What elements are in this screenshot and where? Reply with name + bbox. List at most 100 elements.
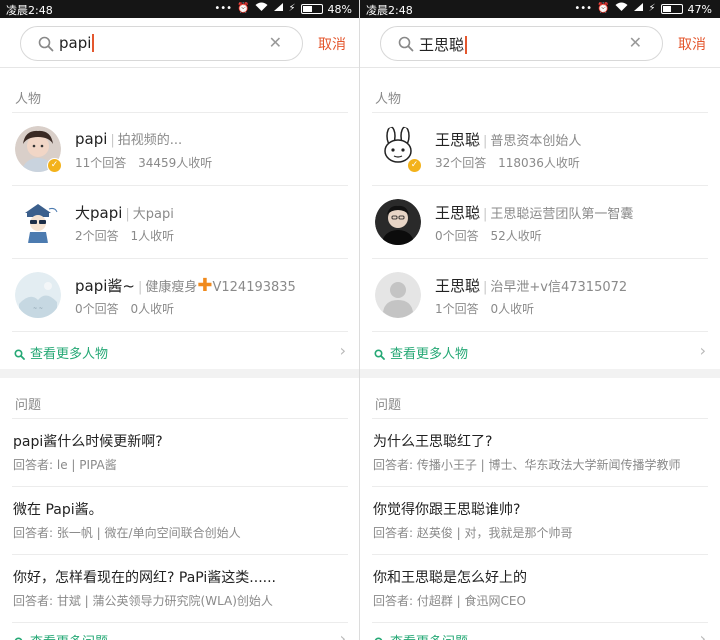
text-cursor <box>92 34 95 52</box>
battery-icon <box>300 4 323 14</box>
follower-count: 1人收听 <box>130 229 175 243</box>
wifi-icon <box>615 2 628 16</box>
question-row[interactable]: papi酱什么时候更新啊? 回答者: le | PIPA酱 <box>0 419 360 486</box>
person-description-suffix: V124193835 <box>212 280 296 295</box>
question-title: papi酱什么时候更新啊? <box>13 434 163 450</box>
answer-count: 1个回答 <box>435 302 479 316</box>
question-row[interactable]: 你好，怎样看现在的网红? PaPi酱这类...... 回答者: 甘斌 | 蒲公英… <box>0 555 360 622</box>
clear-icon[interactable]: ✕ <box>629 33 642 52</box>
person-name: 王思聪 <box>435 131 481 149</box>
more-questions-link[interactable]: 查看更多问题 › <box>372 620 708 640</box>
more-questions-link[interactable]: 查看更多问题 › <box>12 620 348 640</box>
answer-count: 0个回答 <box>75 302 119 316</box>
question-row[interactable]: 你觉得你跟王思聪谁帅? 回答者: 赵英俊 | 对，我就是那个帅哥 <box>360 487 720 554</box>
person-description: 健康瘦身 <box>145 280 198 295</box>
person-stats: 2个回答 1人收听 <box>75 227 182 244</box>
people-section-label: 人物 <box>15 92 42 107</box>
follower-count: 0人收听 <box>130 302 175 316</box>
right-screen: 凌晨2:48 ••• ⏰ ⚡ 47% 王思聪 ✕ 取消 人物 ✓ 王思聪 | 普… <box>360 0 720 640</box>
search-icon <box>14 345 25 360</box>
people-section-label: 人物 <box>375 92 402 107</box>
more-people-link[interactable]: 查看更多人物 › <box>372 332 708 370</box>
clear-icon[interactable]: ✕ <box>269 33 282 52</box>
questions-section-label: 问题 <box>15 398 42 413</box>
status-icons: ••• ⏰ ⚡ 48% <box>214 2 352 16</box>
person-name: 王思聪 <box>435 277 481 295</box>
answer-count: 2个回答 <box>75 229 119 243</box>
search-input[interactable]: 王思聪 ✕ <box>380 26 663 61</box>
charging-icon: ⚡ <box>288 3 296 14</box>
battery-percent: 47% <box>687 2 712 16</box>
chevron-right-icon: › <box>699 629 706 640</box>
avatar[interactable]: ~ ~ <box>15 272 61 318</box>
more-questions-label: 查看更多问题 <box>30 631 108 640</box>
search-query-text[interactable]: papi <box>59 34 95 52</box>
search-icon <box>374 345 385 360</box>
search-query-value: papi <box>59 34 92 52</box>
more-people-label: 查看更多人物 <box>390 347 469 362</box>
more-people-link[interactable]: 查看更多人物 › <box>12 332 348 370</box>
person-stats: 0个回答 52人收听 <box>435 227 550 244</box>
person-row[interactable]: ✓ papi | 拍视频的... 11个回答 34459人收听 <box>0 113 360 186</box>
battery-percent: 48% <box>327 2 352 16</box>
separator: | <box>110 133 115 148</box>
person-title-line: 王思聪 | 王思聪运营团队第一智囊 <box>435 202 633 223</box>
battery-icon <box>660 4 683 14</box>
question-answerer: 回答者: 付超群 | 食迅网CEO <box>373 594 526 608</box>
follower-count: 34459人收听 <box>138 156 213 170</box>
plus-icon: ✚ <box>197 275 213 296</box>
more-dots-icon: ••• <box>214 3 233 14</box>
separator: | <box>483 134 488 149</box>
answer-count: 11个回答 <box>75 156 127 170</box>
question-answerer: 回答者: 赵英俊 | 对，我就是那个帅哥 <box>373 526 573 540</box>
question-row[interactable]: 你和王思聪是怎么好上的 回答者: 付超群 | 食迅网CEO <box>360 555 720 622</box>
person-description: 治早泄+v信47315072 <box>490 280 628 295</box>
search-icon <box>37 35 55 53</box>
cancel-button[interactable]: 取消 <box>318 34 346 54</box>
question-row[interactable]: 为什么王思聪红了? 回答者: 传播小王子 | 博士、华东政法大学新闻传播学教师 <box>360 419 720 486</box>
status-time: 凌晨2:48 <box>366 4 413 17</box>
person-stats: 1个回答 0人收听 <box>435 300 542 317</box>
separator: | <box>125 207 130 222</box>
separator: | <box>483 280 488 295</box>
person-stats: 32个回答 118036人收听 <box>435 154 588 171</box>
verified-badge-icon: ✓ <box>407 158 422 173</box>
person-title-line: 大papi | 大papi <box>75 202 174 223</box>
person-title-line: 王思聪 | 治早泄+v信47315072 <box>435 275 627 296</box>
follower-count: 0人收听 <box>490 302 535 316</box>
avatar[interactable] <box>375 199 421 245</box>
signal-icon <box>633 2 644 16</box>
person-stats: 11个回答 34459人收听 <box>75 154 220 171</box>
search-icon <box>397 35 415 53</box>
chevron-right-icon: › <box>699 341 706 360</box>
search-query-text[interactable]: 王思聪 <box>419 34 468 55</box>
person-row[interactable]: 王思聪 | 治早泄+v信47315072 1个回答 0人收听 <box>360 259 720 332</box>
answer-count: 0个回答 <box>435 229 479 243</box>
search-bar: 王思聪 ✕ 取消 <box>360 18 720 68</box>
avatar[interactable] <box>375 272 421 318</box>
search-input[interactable]: papi ✕ <box>20 26 303 61</box>
person-title-line: 王思聪 | 普思资本创始人 <box>435 129 581 150</box>
section-gap <box>360 369 720 378</box>
search-bar: papi ✕ 取消 <box>0 18 360 68</box>
more-dots-icon: ••• <box>574 3 593 14</box>
status-bar: 凌晨2:48 ••• ⏰ ⚡ 48% <box>0 0 360 18</box>
question-row[interactable]: 微在 Papi酱。 回答者: 张一帆 | 微在/单向空间联合创始人 <box>0 487 360 554</box>
person-row[interactable]: 大papi | 大papi 2个回答 1人收听 <box>0 186 360 259</box>
cancel-button[interactable]: 取消 <box>678 34 706 54</box>
status-bar: 凌晨2:48 ••• ⏰ ⚡ 47% <box>360 0 720 18</box>
questions-section-label: 问题 <box>375 398 402 413</box>
avatar[interactable] <box>15 199 61 245</box>
question-answerer: 回答者: 传播小王子 | 博士、华东政法大学新闻传播学教师 <box>373 458 681 472</box>
person-name: papi <box>75 130 108 148</box>
app-root: 凌晨2:48 ••• ⏰ ⚡ 48% papi ✕ 取消 人物 ✓ papi |… <box>0 0 720 640</box>
person-row[interactable]: ✓ 王思聪 | 普思资本创始人 32个回答 118036人收听 <box>360 113 720 186</box>
text-cursor <box>465 35 468 54</box>
person-row[interactable]: ~ ~ papi酱~ | 健康瘦身 ✚ V124193835 0个回答 0人收听 <box>0 259 360 332</box>
separator: | <box>137 280 143 295</box>
screen-divider <box>359 0 360 640</box>
svg-text:~ ~: ~ ~ <box>33 306 43 312</box>
person-row[interactable]: 王思聪 | 王思聪运营团队第一智囊 0个回答 52人收听 <box>360 186 720 259</box>
chevron-right-icon: › <box>339 341 346 360</box>
chevron-right-icon: › <box>339 629 346 640</box>
